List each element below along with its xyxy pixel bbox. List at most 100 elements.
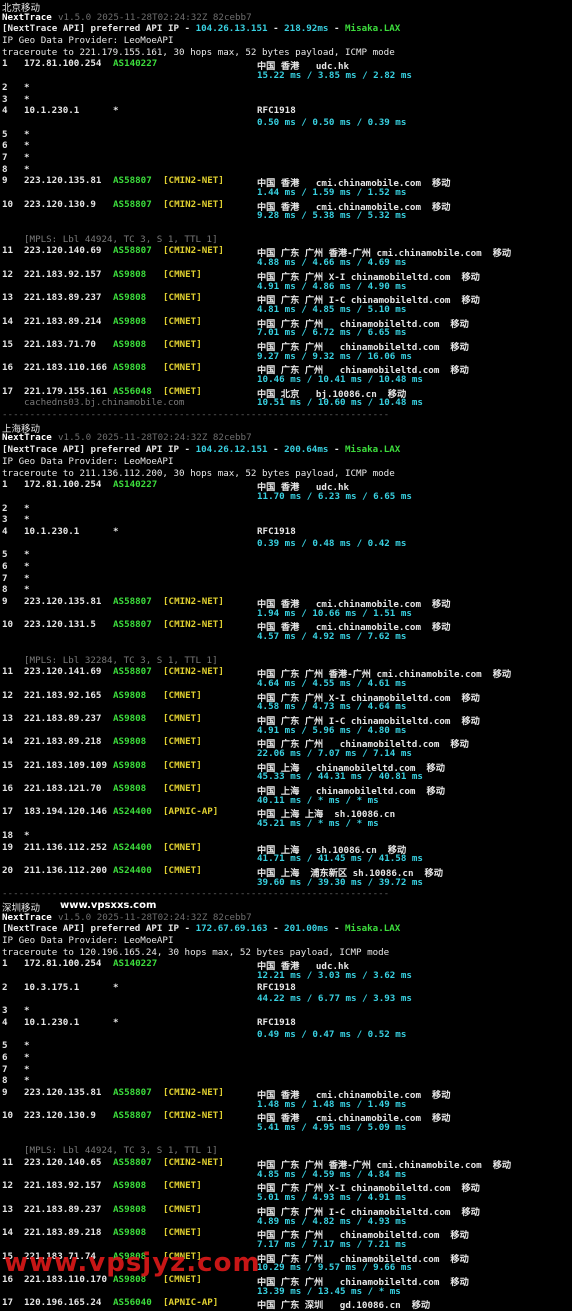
hop-rtt: 11.70 ms / 6.23 ms / 6.65 ms (257, 490, 412, 502)
hop-ip: 223.120.130.9 (24, 198, 96, 210)
section-title-line: 北京移动 (0, 0, 572, 14)
hop-ip: 223.120.135.81 (24, 1086, 102, 1098)
hop-rtt-row: 0.39 ms / 0.48 ms / 0.42 ms (0, 538, 572, 550)
brand-line: NextTrace v1.5.0 2025-11-28T02:24:32Z 82c… (0, 12, 572, 24)
hop-row: 14 221.183.89.218 AS9808 [CMNET] 中国 广东 广州 ch… (0, 1227, 572, 1241)
mpls-label: [MPLS: Lbl 44924, TC 3, S 1, TTL 1] (24, 1145, 218, 1157)
api-mid2: - (328, 444, 346, 456)
hop-asn: AS58807 (113, 666, 152, 678)
hop-number: 12 (2, 689, 14, 701)
hop-row: 3 * (0, 1005, 572, 1017)
hop-rtt: 9.28 ms / 5.38 ms / 5.32 ms (257, 210, 407, 222)
hop-row: 2 10.3.175.1 * RFC1918 (0, 982, 572, 994)
hop-rtt: 40.11 ms / * ms / * ms (257, 794, 379, 806)
hop-number: 3 (2, 514, 8, 526)
hop-rtt: 9.27 ms / 9.32 ms / 16.06 ms (257, 350, 412, 362)
terminal-output: 北京移动 NextTrace v1.5.0 2025-11-28T02:24:32Z… (0, 0, 572, 1311)
hop-row: 3 * (0, 94, 572, 106)
hop-rtt: 39.60 ms / 39.30 ms / 39.72 ms (257, 876, 423, 888)
hop-rtt-row: 15.22 ms / 3.85 ms / 2.82 ms (0, 70, 572, 82)
hop-asn: * (113, 525, 119, 537)
traceroute-command: traceroute to 221.179.155.161, 30 hops m… (2, 46, 395, 58)
hop-ip: 223.120.140.65 (24, 1157, 102, 1169)
hop-row: 7 * (0, 152, 572, 164)
hop-network-tag: [CMNET] (163, 1203, 202, 1215)
hop-ip: * (24, 1051, 30, 1063)
hop-rtt-row: 4.85 ms / 4.59 ms / 4.84 ms (0, 1169, 572, 1181)
provider-line: IP Geo Data Provider: LeoMoeAPI (0, 935, 572, 947)
hop-ip: * (24, 151, 30, 163)
hop-row: 17 221.179.155.161 AS56048 [CMNET] 中国 北京 bj.… (0, 386, 572, 400)
api-mid: - (267, 923, 285, 935)
hop-geo: RFC1918 (257, 525, 296, 537)
hop-asn: AS58807 (113, 245, 152, 257)
hop-row: 16 221.183.121.70 AS9808 [CMNET] 中国 上海 china… (0, 783, 572, 797)
api-ip: 172.67.69.163 (195, 923, 268, 935)
mpls-row: [MPLS: Lbl 32284, TC 3, S 1, TTL 1] (0, 655, 572, 667)
hop-asn: AS9808 (113, 292, 147, 304)
hop-rtt: 1.94 ms / 10.66 ms / 1.51 ms (257, 607, 412, 619)
hop-row: 6 * (0, 140, 572, 152)
watermark-bottom: www.vpsjyz.com (4, 1248, 261, 1278)
hop-row: 2 * (0, 503, 572, 515)
hop-rtt-row: 4.89 ms / 4.82 ms / 4.93 ms (0, 1216, 572, 1228)
hop-rtt: 7.01 ms / 6.72 ms / 6.65 ms (257, 327, 407, 339)
hop-ip: * (24, 549, 30, 561)
hop-asn: AS9808 (113, 1203, 147, 1215)
hop-number: 16 (2, 783, 14, 795)
hop-number: 9 (2, 175, 8, 187)
hop-rtt: 4.57 ms / 4.92 ms / 7.62 ms (257, 631, 407, 643)
hop-row: 2 * (0, 82, 572, 94)
hop-rtt-row: 22.06 ms / 7.07 ms / 7.14 ms (0, 748, 572, 760)
hop-asn: AS9808 (113, 338, 147, 350)
hop-rtt: 44.22 ms / 6.77 ms / 3.93 ms (257, 993, 412, 1005)
hop-asn: AS140227 (113, 958, 158, 970)
api-pre: [NextTrace API] preferred API IP - (2, 444, 196, 456)
hop-row: 11 223.120.140.65 AS58807 [CMIN2-NET] 中国 广东 … (0, 1157, 572, 1171)
hop-number: 8 (2, 163, 8, 175)
hop-row: 5 * (0, 129, 572, 141)
hop-network-tag: [CMNET] (163, 1180, 202, 1192)
hop-network-tag: [CMNET] (163, 1227, 202, 1239)
hop-number: 14 (2, 315, 14, 327)
hop-row: 7 * (0, 573, 572, 585)
hop-ip: 221.183.89.218 (24, 1227, 102, 1239)
hop-rtt-row: 5.41 ms / 4.95 ms / 5.09 ms (0, 1122, 572, 1134)
api-mid2: - (328, 23, 346, 35)
hop-geo: RFC1918 (257, 1016, 296, 1028)
hop-row: 16 221.183.110.166 AS9808 [CMNET] 中国 广东 广州 c… (0, 362, 572, 376)
hop-network-tag: [CMNET] (163, 864, 202, 876)
hop-asn: AS140227 (113, 58, 158, 70)
hop-ip: 221.183.89.237 (24, 1203, 102, 1215)
hop-number: 16 (2, 362, 14, 374)
hop-hostname: cachedns03.bj.chinamobile.com (24, 397, 185, 409)
api-mid2: - (328, 923, 346, 935)
version-string: v1.5.0 2025-11-28T02:24:32Z 82cebb7 (58, 432, 252, 444)
hop-row: 6 * (0, 561, 572, 573)
hop-network-tag: [CMIN2-NET] (163, 175, 224, 187)
hop-rtt: 10.46 ms / 10.41 ms / 10.48 ms (257, 374, 423, 385)
brand-name: NextTrace (2, 11, 52, 23)
hop-number: 2 (2, 81, 8, 93)
hop-number: 1 (2, 479, 8, 491)
geo-provider: IP Geo Data Provider: LeoMoeAPI (2, 35, 174, 47)
hop-row: 4 10.1.230.1 * RFC1918 (0, 105, 572, 117)
hop-rtt-row: 7.01 ms / 6.72 ms / 6.65 ms (0, 327, 572, 339)
hop-number: 17 (2, 806, 14, 818)
hop-row: 8 * (0, 584, 572, 596)
hop-network-tag: [CMNET] (163, 338, 202, 350)
hop-number: 14 (2, 1227, 14, 1239)
hop-asn: * (113, 981, 119, 993)
hop-row: 13 221.183.89.237 AS9808 [CMNET] 中国 广东 广州 I-… (0, 292, 572, 306)
hop-network-tag: [CMIN2-NET] (163, 666, 224, 678)
hop-geo: RFC1918 (257, 981, 296, 993)
hop-ip: 211.136.112.252 (24, 841, 107, 853)
hop-row: 17 120.196.165.24 AS56040 [APNIC-AP] 中国 广东 深… (0, 1297, 572, 1311)
hop-network-tag: [CMIN2-NET] (163, 1157, 224, 1169)
api-ip: 104.26.12.151 (195, 444, 268, 456)
hop-network-tag: [CMNET] (163, 736, 202, 748)
hop-ip: 10.1.230.1 (24, 525, 80, 537)
mpls-row: [MPLS: Lbl 44924, TC 3, S 1, TTL 1] (0, 1145, 572, 1157)
hop-asn: AS58807 (113, 1086, 152, 1098)
hop-row: 11 223.120.140.69 AS58807 [CMIN2-NET] 中国 广东 … (0, 245, 572, 259)
